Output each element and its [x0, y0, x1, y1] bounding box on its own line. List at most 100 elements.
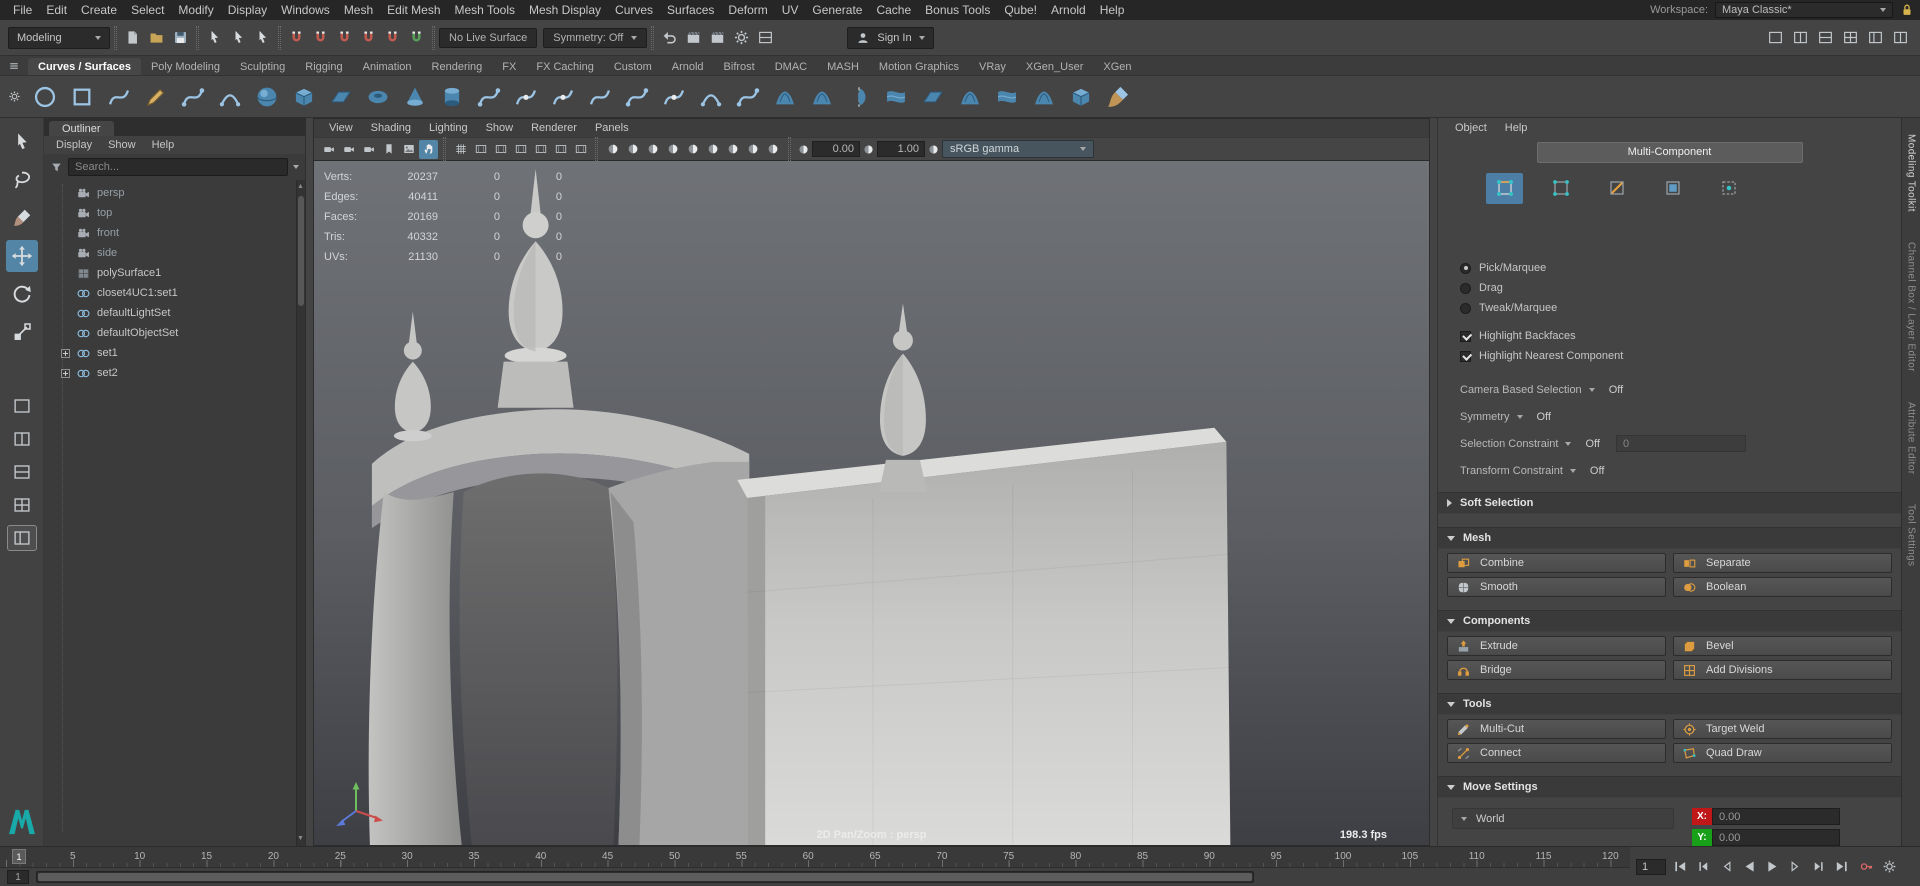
- make-live-button[interactable]: [405, 26, 428, 49]
- revolve-button[interactable]: [842, 80, 876, 114]
- image-plane-button[interactable]: [399, 140, 418, 159]
- vertex-mode-button[interactable]: [1542, 173, 1579, 204]
- 2d-pan-zoom-button[interactable]: [419, 139, 438, 159]
- boolean-button[interactable]: Boolean: [1673, 577, 1892, 597]
- menu-mesh-display[interactable]: Mesh Display: [522, 0, 608, 20]
- range-slider[interactable]: [36, 871, 1254, 884]
- shelf-tab-motion-graphics[interactable]: Motion Graphics: [869, 58, 969, 75]
- script-editor-pane-button[interactable]: [1889, 26, 1912, 49]
- section-header-mesh[interactable]: Mesh: [1438, 527, 1901, 549]
- birail-button[interactable]: [990, 80, 1024, 114]
- screen-space-ao-button[interactable]: [703, 140, 722, 159]
- scroll-down-icon[interactable]: ▼: [297, 834, 304, 844]
- step-back-frame-button[interactable]: [1693, 857, 1714, 877]
- step-forward-key-button[interactable]: [1785, 857, 1806, 877]
- project-curve-button[interactable]: [768, 80, 802, 114]
- toolkit-menu-help[interactable]: Help: [1496, 122, 1537, 134]
- menu-bonus-tools[interactable]: Bonus Tools: [918, 0, 997, 20]
- detach-curves-button[interactable]: [509, 80, 543, 114]
- menu-mesh-tools[interactable]: Mesh Tools: [448, 0, 522, 20]
- face-mode-button[interactable]: [1654, 173, 1691, 204]
- menu-uv[interactable]: UV: [775, 0, 806, 20]
- ep-curve-tool-button[interactable]: [102, 80, 136, 114]
- component-mode-button[interactable]: Multi-Component: [1536, 141, 1803, 163]
- four-pane-button[interactable]: [1839, 26, 1862, 49]
- live-surface-field[interactable]: No Live Surface: [439, 27, 538, 48]
- shelf-tab-curves-surfaces[interactable]: Curves / Surfaces: [28, 58, 141, 75]
- save-scene-button[interactable]: [169, 26, 192, 49]
- checkbox-highlight-backfaces[interactable]: Highlight Backfaces: [1438, 326, 1901, 346]
- quad-draw-button[interactable]: Quad Draw: [1673, 743, 1892, 763]
- checkbox-highlight-nearest-component[interactable]: Highlight Nearest Component: [1438, 346, 1901, 366]
- grid-toggle-button[interactable]: [451, 140, 470, 159]
- option-transform-constraint[interactable]: Transform Constraint Off: [1438, 457, 1901, 484]
- menu-select[interactable]: Select: [124, 0, 171, 20]
- menu-curves[interactable]: Curves: [608, 0, 660, 20]
- pane-layout-button-1[interactable]: [8, 394, 36, 418]
- outliner-item-defaultlightset[interactable]: defaultLightSet: [44, 303, 305, 323]
- snap-grid-button[interactable]: [285, 26, 308, 49]
- color-management-icon[interactable]: [927, 143, 940, 156]
- shelf-tab-bifrost[interactable]: Bifrost: [714, 58, 765, 75]
- curve-fillet-button[interactable]: [694, 80, 728, 114]
- menu-display[interactable]: Display: [221, 0, 274, 20]
- bookmark-button[interactable]: [379, 140, 398, 159]
- step-forward-frame-button[interactable]: [1808, 857, 1829, 877]
- multisample-button[interactable]: [743, 140, 762, 159]
- nurbs-torus-button[interactable]: [361, 80, 395, 114]
- textured-button[interactable]: [643, 140, 662, 159]
- paint-effects-brush-button[interactable]: [1101, 80, 1135, 114]
- exposure-icon[interactable]: [797, 143, 810, 156]
- display-layers-button[interactable]: [754, 26, 777, 49]
- safe-title-button[interactable]: [571, 140, 590, 159]
- uv-mode-button[interactable]: [1710, 173, 1747, 204]
- sidebar-tab-modeling-toolkit[interactable]: Modeling Toolkit: [1906, 134, 1917, 212]
- nurbs-cube-button[interactable]: [287, 80, 321, 114]
- menu-edit[interactable]: Edit: [39, 0, 74, 20]
- translate-y-field[interactable]: 0.00: [1712, 829, 1840, 846]
- multi-component-button[interactable]: [1486, 172, 1523, 204]
- gamma-field[interactable]: 1.00: [877, 141, 925, 157]
- search-input[interactable]: [68, 158, 288, 176]
- option-symmetry[interactable]: Symmetry Off: [1438, 403, 1901, 430]
- symmetry-field[interactable]: Symmetry: Off: [543, 27, 648, 48]
- planar-button[interactable]: [916, 80, 950, 114]
- connect-button[interactable]: Connect: [1447, 743, 1666, 763]
- filter-icon[interactable]: [50, 161, 63, 174]
- shelf-tab-arnold[interactable]: Arnold: [662, 58, 714, 75]
- target-weld-button[interactable]: Target Weld: [1673, 719, 1892, 739]
- current-time-field[interactable]: 1: [1636, 858, 1666, 875]
- use-default-material-button[interactable]: [663, 140, 682, 159]
- shelf-menu-button[interactable]: [0, 60, 28, 72]
- motion-blur-button[interactable]: [723, 140, 742, 159]
- shelf-tab-rendering[interactable]: Rendering: [422, 58, 493, 75]
- auto-keyframe-button[interactable]: [1856, 857, 1877, 877]
- render-settings-button[interactable]: [730, 26, 753, 49]
- safe-action-button[interactable]: [551, 140, 570, 159]
- option-camera-based-selection[interactable]: Camera Based Selection Off: [1438, 376, 1901, 403]
- outliner-menu-display[interactable]: Display: [48, 139, 100, 151]
- workspace-selector[interactable]: Maya Classic*: [1715, 2, 1893, 18]
- nurbs-circle-button[interactable]: [28, 80, 62, 114]
- gamma-icon[interactable]: [862, 143, 875, 156]
- lock-icon[interactable]: [1900, 3, 1914, 17]
- smooth-shade-button[interactable]: [623, 140, 642, 159]
- resolution-gate-button[interactable]: [491, 140, 510, 159]
- boundary-button[interactable]: [1027, 80, 1061, 114]
- stacked-pane-button[interactable]: [1814, 26, 1837, 49]
- menu-create[interactable]: Create: [74, 0, 124, 20]
- render-frame-button[interactable]: [682, 26, 705, 49]
- multi-cut-button[interactable]: Multi-Cut: [1447, 719, 1666, 739]
- viewport-menu-panels[interactable]: Panels: [586, 122, 638, 134]
- outliner-item-closet4uc1-set1[interactable]: closet4UC1:set1: [44, 283, 305, 303]
- shadows-button[interactable]: [683, 140, 702, 159]
- two-pane-button[interactable]: [1789, 26, 1812, 49]
- outliner-tab[interactable]: Outliner: [49, 121, 114, 136]
- range-slider-thumb[interactable]: [38, 873, 1252, 882]
- new-scene-button[interactable]: [121, 26, 144, 49]
- menu-file[interactable]: File: [6, 0, 39, 20]
- viewport-menu-shading[interactable]: Shading: [362, 122, 420, 134]
- menu-mesh[interactable]: Mesh: [337, 0, 380, 20]
- viewport-menu-renderer[interactable]: Renderer: [522, 122, 586, 134]
- outliner-item-set2[interactable]: set2: [44, 363, 305, 383]
